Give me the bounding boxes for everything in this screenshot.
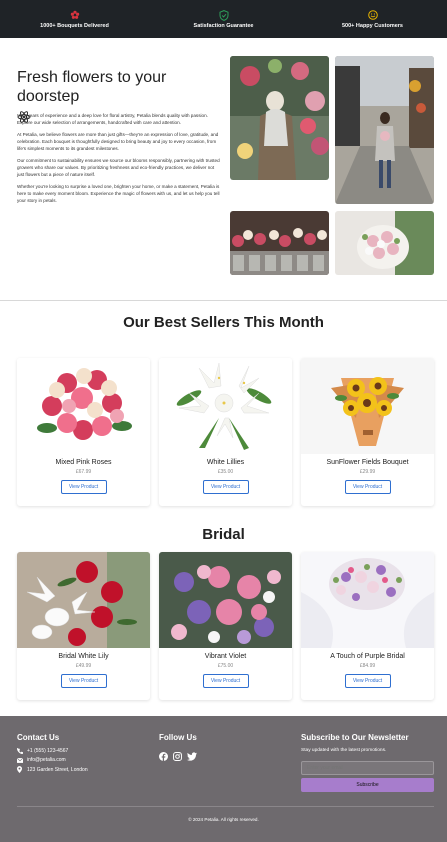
product-price: £84.99 — [359, 663, 376, 669]
product-name: SunFlower Fields Bouquet — [326, 459, 409, 466]
footer: Contact Us +1 (555) 123-4567 info@petali… — [0, 716, 447, 842]
product-card[interactable]: A Touch of Purple Bridal £84.99 View Pro… — [301, 552, 434, 700]
product-price: £75.00 — [217, 663, 234, 669]
copyright: © 2024 Petalia. All rights reserved. — [188, 817, 259, 822]
product-price: £29.99 — [359, 469, 376, 475]
product-name: Bridal White Lily — [58, 653, 109, 660]
product-price: £35.00 — [217, 469, 234, 475]
contact-phone-text: +1 (555) 123-4567 — [27, 748, 69, 754]
product-image[interactable] — [159, 552, 292, 648]
bridal-title: Bridal — [202, 526, 245, 543]
product-price: £49.99 — [75, 663, 92, 669]
product-name: Mixed Pink Roses — [55, 459, 112, 466]
phone-icon — [17, 748, 27, 754]
florist-woman-photo — [230, 56, 329, 180]
view-product-button[interactable]: View Product — [202, 674, 249, 688]
product-card[interactable]: Vibrant Violet £75.00 View Product — [159, 552, 292, 700]
social-links — [159, 748, 197, 766]
newsletter-email-input[interactable] — [301, 761, 434, 775]
newsletter-subtext: Stay updated with the latest promotions. — [301, 748, 387, 753]
street-woman-photo — [335, 56, 434, 204]
contact-address: 123 Garden Street, London — [17, 766, 88, 773]
feature-label: 1000+ Bouquets Delivered — [40, 23, 109, 29]
follow-heading: Follow Us — [159, 733, 197, 742]
footer-contact: Contact Us +1 (555) 123-4567 info@petali… — [17, 733, 88, 776]
feature-happy-customers: 500+ Happy Customers — [298, 0, 447, 38]
envelope-icon — [17, 757, 27, 763]
twitter-icon[interactable] — [187, 748, 197, 766]
feature-satisfaction: Satisfaction Guarantee — [149, 0, 298, 38]
feature-bouquets-delivered: 1000+ Bouquets Delivered — [0, 0, 149, 38]
section-divider — [0, 300, 447, 301]
smile-icon — [367, 9, 378, 21]
subscribe-button[interactable]: Subscribe — [301, 778, 434, 792]
product-name: Vibrant Violet — [204, 653, 247, 660]
map-pin-icon — [17, 766, 27, 773]
about-body: With years of experience and a deep love… — [17, 113, 222, 210]
contact-email[interactable]: info@petalia.com — [17, 757, 88, 763]
about-paragraph: At Petalia, we believe flowers are more … — [17, 132, 219, 151]
footer-newsletter: Subscribe to Our Newsletter Stay updated… — [301, 733, 434, 792]
flower-stall-photo — [230, 211, 329, 275]
contact-address-text: 123 Garden Street, London — [27, 766, 88, 773]
about-paragraph: With years of experience and a deep love… — [17, 113, 208, 125]
instagram-icon[interactable] — [173, 748, 182, 766]
about-title-text: Fresh flowers to your doorstep — [17, 69, 167, 106]
product-card[interactable]: White Lillies £35.00 View Product — [159, 358, 292, 506]
product-image[interactable] — [301, 552, 434, 648]
facebook-icon[interactable] — [159, 748, 168, 766]
product-name: A Touch of Purple Bridal — [330, 653, 405, 660]
footer-divider — [17, 806, 434, 807]
view-product-button[interactable]: View Product — [60, 674, 107, 688]
product-image[interactable] — [159, 358, 292, 454]
flower-icon — [70, 9, 80, 21]
view-product-button[interactable]: View Product — [344, 480, 391, 494]
feature-label: 500+ Happy Customers — [342, 23, 403, 29]
footer-follow: Follow Us — [159, 733, 197, 766]
product-card[interactable]: Mixed Pink Roses £67.99 View Product — [17, 358, 150, 506]
contact-email-text: info@petalia.com — [27, 757, 66, 763]
product-image[interactable] — [17, 552, 150, 648]
product-price: £67.99 — [75, 469, 92, 475]
contact-heading: Contact Us — [17, 733, 60, 742]
newsletter-heading: Subscribe to Our Newsletter — [301, 733, 409, 742]
bride-bouquet-photo — [335, 211, 434, 275]
product-image[interactable] — [301, 358, 434, 454]
view-product-button[interactable]: View Product — [60, 480, 107, 494]
about-paragraph: Our commitment to sustainability ensures… — [17, 158, 220, 177]
shield-check-icon — [219, 9, 229, 21]
view-product-button[interactable]: View Product — [202, 480, 249, 494]
contact-phone[interactable]: +1 (555) 123-4567 — [17, 748, 88, 754]
feature-label: Satisfaction Guarantee — [193, 23, 254, 29]
product-name: White Lillies — [206, 459, 245, 466]
best-sellers-title: Our Best Sellers This Month — [123, 314, 324, 331]
product-image[interactable] — [17, 358, 150, 454]
about-paragraph: Whether you're looking to surprise a lov… — [17, 184, 220, 203]
product-card[interactable]: Bridal White Lily £49.99 View Product — [17, 552, 150, 700]
product-card[interactable]: SunFlower Fields Bouquet £29.99 View Pro… — [301, 358, 434, 506]
feature-banner: 1000+ Bouquets Delivered Satisfaction Gu… — [0, 0, 447, 38]
view-product-button[interactable]: View Product — [344, 674, 391, 688]
